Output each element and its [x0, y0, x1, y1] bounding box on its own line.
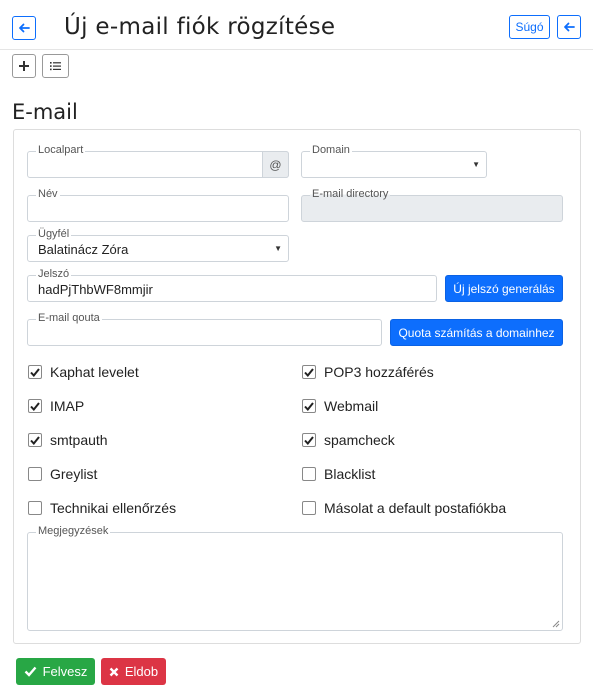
- back-button[interactable]: [12, 16, 36, 40]
- domain-label: Domain: [310, 144, 352, 157]
- arrow-left-icon: [564, 22, 575, 32]
- checkbox-checked[interactable]: [28, 365, 42, 379]
- checkbox-label: spamcheck: [324, 432, 395, 448]
- checkbox-checked[interactable]: [302, 433, 316, 447]
- client-select[interactable]: Ügyfél Balatinácz Zóra ▼: [27, 228, 289, 262]
- checkbox-item[interactable]: Másolat a default postafiókba: [302, 500, 506, 516]
- at-addon: @: [262, 151, 289, 178]
- checkmark-icon: [30, 401, 40, 411]
- checkbox-item[interactable]: Blacklist: [302, 466, 375, 482]
- client-label: Ügyfél: [36, 228, 72, 241]
- back-button-right[interactable]: [557, 15, 581, 39]
- checkbox-item[interactable]: Technikai ellenőrzés: [28, 500, 176, 516]
- quota-calc-button[interactable]: Quota számítás a domainhez: [390, 319, 563, 346]
- checkmark-icon: [304, 367, 314, 377]
- client-value: Balatinácz Zóra: [38, 242, 129, 257]
- checkmark-icon: [304, 435, 314, 445]
- list-button[interactable]: [42, 54, 69, 78]
- checkbox-checked[interactable]: [302, 399, 316, 413]
- checkbox-item[interactable]: Kaphat levelet: [28, 364, 139, 380]
- checkmark-icon: [30, 367, 40, 377]
- checkbox-item[interactable]: IMAP: [28, 398, 84, 414]
- checkbox-label: smtpauth: [50, 432, 108, 448]
- check-icon: [24, 666, 37, 677]
- checkbox-item[interactable]: Greylist: [28, 466, 97, 482]
- page-header: Új e-mail fiók rögzítése Súgó: [0, 0, 593, 50]
- password-label: Jelszó: [36, 268, 72, 281]
- name-field[interactable]: Név: [27, 188, 289, 222]
- localpart-label: Localpart: [36, 144, 86, 157]
- arrow-left-icon: [19, 23, 30, 33]
- checkbox-checked[interactable]: [28, 433, 42, 447]
- checkbox-label: Blacklist: [324, 466, 376, 482]
- help-button[interactable]: Súgó: [509, 15, 550, 39]
- caret-down-icon: ▼: [274, 244, 282, 253]
- domain-select[interactable]: Domain ▼: [301, 144, 487, 178]
- quota-label: E-mail qouta: [36, 312, 102, 325]
- directory-label: E-mail directory: [310, 188, 391, 201]
- name-label: Név: [36, 188, 60, 201]
- checkbox-item[interactable]: spamcheck: [302, 432, 395, 448]
- section-title: E-mail: [12, 100, 78, 124]
- localpart-field[interactable]: Localpart @: [27, 144, 289, 178]
- checkbox-label: IMAP: [50, 398, 85, 414]
- password-value: hadPjThbWF8mmjir: [38, 282, 153, 297]
- discard-button[interactable]: Eldob: [101, 658, 166, 685]
- checkmark-icon: [30, 435, 40, 445]
- save-label: Felvesz: [42, 664, 88, 679]
- checkbox-item[interactable]: POP3 hozzáférés: [302, 364, 434, 380]
- save-button[interactable]: Felvesz: [16, 658, 95, 685]
- add-button[interactable]: [12, 54, 36, 78]
- checkbox-unchecked[interactable]: [28, 467, 42, 481]
- checkbox-label: Greylist: [50, 466, 98, 482]
- plus-icon: [19, 61, 29, 71]
- resize-handle-icon[interactable]: [552, 620, 560, 628]
- checkmark-icon: [304, 401, 314, 411]
- close-icon: [109, 667, 119, 676]
- checkbox-checked[interactable]: [28, 399, 42, 413]
- generate-password-button[interactable]: Új jelszó generálás: [445, 275, 563, 302]
- notes-label: Megjegyzések: [36, 525, 111, 538]
- checkbox-item[interactable]: smtpauth: [28, 432, 108, 448]
- checkbox-label: Technikai ellenőrzés: [50, 500, 177, 516]
- list-icon: [50, 62, 61, 71]
- page-title: Új e-mail fiók rögzítése: [64, 14, 336, 40]
- checkbox-label: Kaphat levelet: [50, 364, 139, 380]
- checkbox-item[interactable]: Webmail: [302, 398, 378, 414]
- checkbox-label: POP3 hozzáférés: [324, 364, 434, 380]
- checkbox-label: Másolat a default postafiókba: [324, 500, 507, 516]
- directory-field: E-mail directory: [301, 188, 563, 222]
- quota-field[interactable]: E-mail qouta: [27, 312, 382, 346]
- notes-textarea[interactable]: Megjegyzések: [27, 525, 563, 631]
- caret-down-icon: ▼: [472, 160, 480, 169]
- password-field[interactable]: Jelszó hadPjThbWF8mmjir: [27, 268, 437, 302]
- checkbox-unchecked[interactable]: [302, 501, 316, 515]
- checkbox-unchecked[interactable]: [302, 467, 316, 481]
- discard-label: Eldob: [124, 664, 159, 679]
- checkbox-unchecked[interactable]: [28, 501, 42, 515]
- checkbox-label: Webmail: [324, 398, 379, 414]
- checkbox-checked[interactable]: [302, 365, 316, 379]
